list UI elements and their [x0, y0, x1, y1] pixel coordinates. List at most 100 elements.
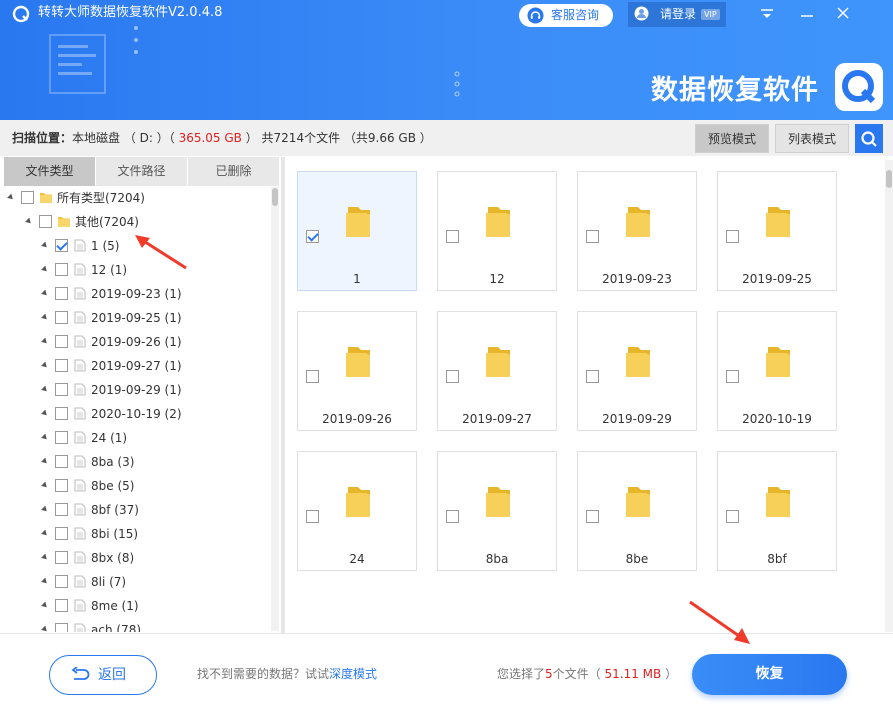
tree-checkbox[interactable] [55, 311, 68, 324]
tab-deleted[interactable]: 已删除 [188, 157, 279, 186]
tree-item[interactable]: 8bx (8) [4, 546, 270, 570]
tree-checkbox[interactable] [55, 239, 68, 252]
expand-arrow-icon[interactable] [25, 217, 33, 226]
tree-scrollbar[interactable] [271, 187, 279, 631]
tree-checkbox[interactable] [21, 191, 34, 204]
customer-service-button[interactable]: 客服咨询 [519, 4, 613, 27]
tree-checkbox[interactable] [55, 263, 68, 276]
tree-item[interactable]: 2019-09-23 (1) [4, 282, 270, 306]
scrollbar-thumb[interactable] [886, 170, 892, 188]
tree-checkbox[interactable] [55, 431, 68, 444]
tree-item[interactable]: ach (78) [4, 618, 270, 632]
tree-item[interactable]: 8ba (3) [4, 450, 270, 474]
tree-item[interactable]: 2019-09-26 (1) [4, 330, 270, 354]
folder-checkbox[interactable] [726, 510, 739, 523]
tree-item[interactable]: 8bf (37) [4, 498, 270, 522]
expand-arrow-icon[interactable] [41, 625, 49, 632]
tree-checkbox[interactable] [55, 551, 68, 564]
expand-arrow-icon[interactable] [41, 361, 49, 370]
tree-item[interactable]: 2019-09-27 (1) [4, 354, 270, 378]
folder-checkbox[interactable] [306, 230, 319, 243]
expand-arrow-icon[interactable] [41, 409, 49, 418]
minimize-icon[interactable] [796, 4, 818, 24]
folder-checkbox[interactable] [586, 510, 599, 523]
expand-arrow-icon[interactable] [41, 337, 49, 346]
tab-file-path[interactable]: 文件路径 [96, 157, 187, 186]
folder-card[interactable]: 2019-09-23 [577, 171, 697, 291]
tree-item[interactable]: 24 (1) [4, 426, 270, 450]
folder-card[interactable]: 8ba [437, 451, 557, 571]
panel-divider[interactable] [281, 157, 285, 633]
expand-arrow-icon[interactable] [41, 529, 49, 538]
folder-card[interactable]: 12 [437, 171, 557, 291]
tree-item[interactable]: 2019-09-25 (1) [4, 306, 270, 330]
scrollbar-thumb[interactable] [272, 188, 278, 206]
tree-item[interactable]: 12 (1) [4, 258, 270, 282]
tree-checkbox[interactable] [55, 455, 68, 468]
expand-arrow-icon[interactable] [41, 601, 49, 610]
expand-arrow-icon[interactable] [41, 241, 49, 250]
expand-arrow-icon[interactable] [41, 457, 49, 466]
recover-button[interactable]: 恢复 [692, 654, 847, 695]
folder-card[interactable]: 8bf [717, 451, 837, 571]
tree-checkbox[interactable] [55, 479, 68, 492]
tree-checkbox[interactable] [39, 215, 52, 228]
back-button[interactable]: 返回 [49, 655, 157, 695]
folder-checkbox[interactable] [306, 370, 319, 383]
tree-checkbox[interactable] [55, 623, 68, 632]
tree-checkbox[interactable] [55, 527, 68, 540]
tree-item[interactable]: 1 (5) [4, 234, 270, 258]
tree-item[interactable]: 2019-09-29 (1) [4, 378, 270, 402]
folder-checkbox[interactable] [726, 230, 739, 243]
folder-card[interactable]: 2019-09-26 [297, 311, 417, 431]
tree-node-other[interactable]: 其他(7204) [4, 210, 270, 234]
expand-arrow-icon[interactable] [41, 385, 49, 394]
tree-item[interactable]: 8li (7) [4, 570, 270, 594]
deep-mode-link[interactable]: 深度模式 [329, 667, 377, 681]
folder-checkbox[interactable] [306, 510, 319, 523]
search-button[interactable] [855, 124, 883, 153]
expand-arrow-icon[interactable] [41, 433, 49, 442]
expand-arrow-icon[interactable] [41, 481, 49, 490]
tree-item[interactable]: 8be (5) [4, 474, 270, 498]
tree-checkbox[interactable] [55, 407, 68, 420]
folder-card[interactable]: 2020-10-19 [717, 311, 837, 431]
expand-arrow-icon[interactable] [41, 577, 49, 586]
tree-checkbox[interactable] [55, 383, 68, 396]
folder-checkbox[interactable] [446, 510, 459, 523]
tree-node-all-types[interactable]: 所有类型(7204) [4, 186, 270, 210]
tree-item[interactable]: 2020-10-19 (2) [4, 402, 270, 426]
tree-item[interactable]: 8bi (15) [4, 522, 270, 546]
tree-checkbox[interactable] [55, 335, 68, 348]
close-icon[interactable] [832, 4, 854, 24]
tree-checkbox[interactable] [55, 359, 68, 372]
folder-checkbox[interactable] [446, 370, 459, 383]
expand-arrow-icon[interactable] [41, 553, 49, 562]
preview-mode-button[interactable]: 预览模式 [695, 124, 769, 153]
expand-arrow-icon[interactable] [41, 505, 49, 514]
folder-card[interactable]: 8be [577, 451, 697, 571]
tree-checkbox[interactable] [55, 503, 68, 516]
folder-card[interactable]: 2019-09-29 [577, 311, 697, 431]
folder-checkbox[interactable] [446, 230, 459, 243]
folder-card[interactable]: 1 [297, 171, 417, 291]
expand-arrow-icon[interactable] [41, 313, 49, 322]
expand-arrow-icon[interactable] [7, 193, 15, 202]
tree-checkbox[interactable] [55, 287, 68, 300]
expand-arrow-icon[interactable] [41, 265, 49, 274]
tree-checkbox[interactable] [55, 599, 68, 612]
folder-card[interactable]: 2019-09-27 [437, 311, 557, 431]
expand-arrow-icon[interactable] [41, 289, 49, 298]
dropdown-menu-icon[interactable] [756, 4, 778, 24]
folder-card[interactable]: 2019-09-25 [717, 171, 837, 291]
grid-scrollbar[interactable] [885, 160, 893, 632]
tree-checkbox[interactable] [55, 575, 68, 588]
login-button[interactable]: 请登录 VIP [628, 2, 726, 27]
folder-card[interactable]: 24 [297, 451, 417, 571]
tab-file-type[interactable]: 文件类型 [4, 157, 95, 186]
list-mode-button[interactable]: 列表模式 [775, 124, 849, 153]
folder-checkbox[interactable] [586, 230, 599, 243]
folder-checkbox[interactable] [586, 370, 599, 383]
folder-checkbox[interactable] [726, 370, 739, 383]
tree-item[interactable]: 8me (1) [4, 594, 270, 618]
